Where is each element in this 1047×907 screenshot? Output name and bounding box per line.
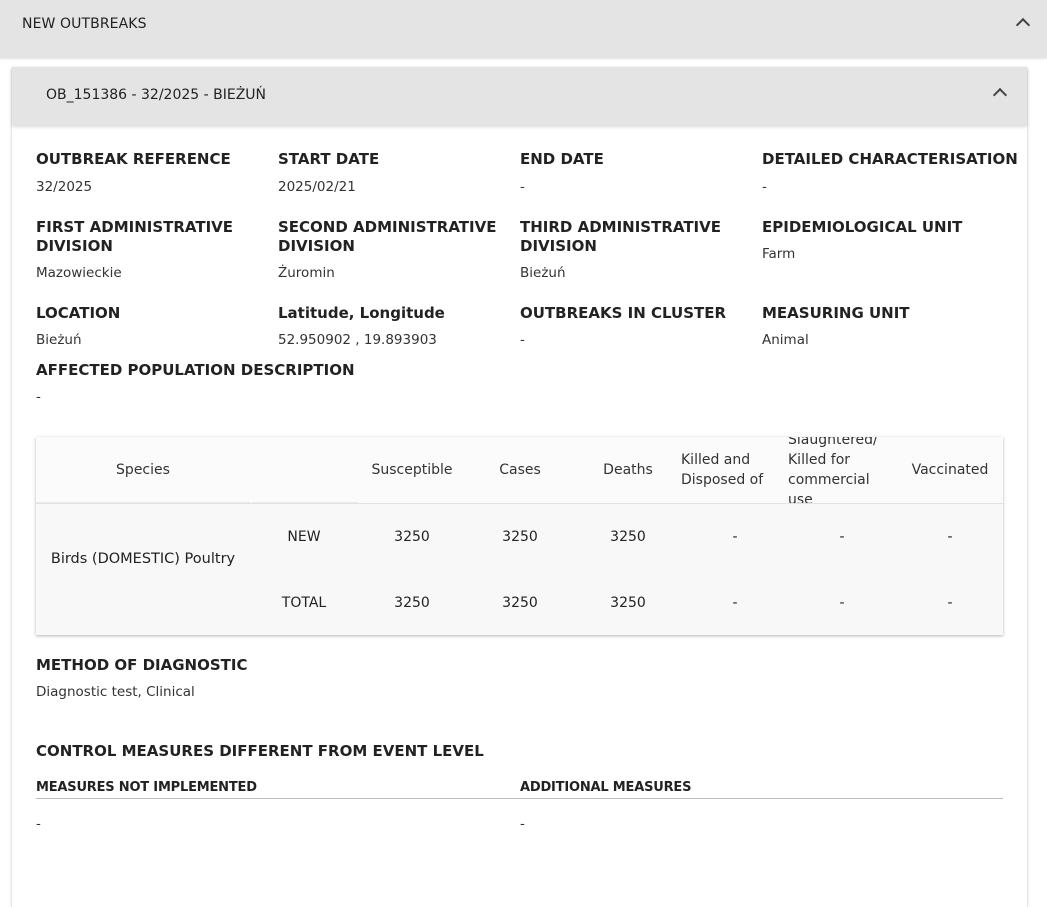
outbreak-reference-label: OUTBREAK REFERENCE <box>36 150 231 168</box>
new-outbreaks-title: NEW OUTBREAKS <box>22 16 147 32</box>
total-killed: - <box>732 595 738 611</box>
header-cases: Cases <box>499 462 541 478</box>
new-outbreaks-header[interactable]: NEW OUTBREAKS <box>0 0 1047 58</box>
total-deaths: 3250 <box>610 595 646 611</box>
measuring-unit-value: Animal <box>762 332 809 348</box>
third-admin-division-label: THIRD ADMINISTRATIVE DIVISION <box>520 218 721 255</box>
detailed-characterisation-label: DETAILED CHARACTERISATION <box>762 150 1018 168</box>
additional-measures-value: - <box>520 816 525 832</box>
outbreak-card-title: OB_151386 - 32/2025 - BIEŻUŃ <box>46 87 267 103</box>
location-label: LOCATION <box>36 304 121 322</box>
epidemiological-unit-label: EPIDEMIOLOGICAL UNIT <box>762 218 963 236</box>
diagnostic-method-label: METHOD OF DIAGNOSTIC <box>36 656 248 674</box>
new-cases: 3250 <box>502 529 538 545</box>
end-date-value: - <box>520 179 525 195</box>
divider <box>36 798 1003 799</box>
new-slaughtered: - <box>839 529 845 545</box>
chevron-up-icon[interactable] <box>992 87 1008 103</box>
new-vaccinated: - <box>947 529 953 545</box>
header-deaths: Deaths <box>603 462 653 478</box>
end-date-label: END DATE <box>520 150 604 168</box>
second-admin-division-label: SECOND ADMINISTRATIVE DIVISION <box>278 218 497 255</box>
total-vaccinated: - <box>947 595 953 611</box>
row-type-new: NEW <box>287 529 321 545</box>
start-date-value: 2025/02/21 <box>278 179 356 195</box>
total-susceptible: 3250 <box>394 595 430 611</box>
location-value: Bieżuń <box>36 332 82 348</box>
lat-long-label: Latitude, Longitude <box>278 304 445 322</box>
second-admin-division-value: Żuromin <box>278 265 335 281</box>
control-measures-title: CONTROL MEASURES DIFFERENT FROM EVENT LE… <box>36 742 484 760</box>
new-susceptible: 3250 <box>394 529 430 545</box>
header-susceptible: Susceptible <box>371 462 453 478</box>
header-vaccinated: Vaccinated <box>911 462 989 478</box>
outbreak-reference-value: 32/2025 <box>36 179 93 195</box>
new-killed: - <box>732 529 738 545</box>
outbreak-card-header[interactable]: OB_151386 - 32/2025 - BIEŻUŃ <box>12 67 1027 125</box>
affected-population-value: - <box>36 389 41 405</box>
detailed-characterisation-value: - <box>762 179 767 195</box>
measures-not-implemented-value: - <box>36 816 41 832</box>
epidemiological-unit-value: Farm <box>762 246 796 262</box>
species-name: Birds (DOMESTIC) Poultry <box>50 551 236 567</box>
measuring-unit-label: MEASURING UNIT <box>762 304 910 322</box>
measures-not-implemented-label: MEASURES NOT IMPLEMENTED <box>36 780 257 795</box>
first-admin-division-value: Mazowieckie <box>36 265 122 281</box>
affected-population-label: AFFECTED POPULATION DESCRIPTION <box>36 361 355 379</box>
total-slaughtered: - <box>839 595 845 611</box>
chevron-up-icon[interactable] <box>1015 17 1031 33</box>
table-header-row: Species Susceptible Cases Deaths Killed … <box>36 437 1003 504</box>
additional-measures-label: ADDITIONAL MEASURES <box>520 780 692 795</box>
total-cases: 3250 <box>502 595 538 611</box>
outbreaks-in-cluster-label: OUTBREAKS IN CLUSTER <box>520 304 727 322</box>
outbreaks-in-cluster-value: - <box>520 332 525 348</box>
row-type-total: TOTAL <box>281 595 327 611</box>
lat-long-value: 52.950902 , 19.893903 <box>278 332 437 348</box>
species-table: Species Susceptible Cases Deaths Killed … <box>36 437 1003 635</box>
header-slaughtered: Slaughtered/ Killed for commercial use <box>788 437 878 504</box>
header-species: Species <box>116 462 170 478</box>
start-date-label: START DATE <box>278 150 380 168</box>
third-admin-division-value: Bieżuń <box>520 265 566 281</box>
first-admin-division-label: FIRST ADMINISTRATIVE DIVISION <box>36 218 234 255</box>
diagnostic-method-value: Diagnostic test, Clinical <box>36 684 195 700</box>
outbreak-card: OB_151386 - 32/2025 - BIEŻUŃ OUTBREAK RE… <box>12 67 1027 907</box>
header-killed-disposed: Killed and Disposed of <box>681 452 764 488</box>
new-deaths: 3250 <box>610 529 646 545</box>
